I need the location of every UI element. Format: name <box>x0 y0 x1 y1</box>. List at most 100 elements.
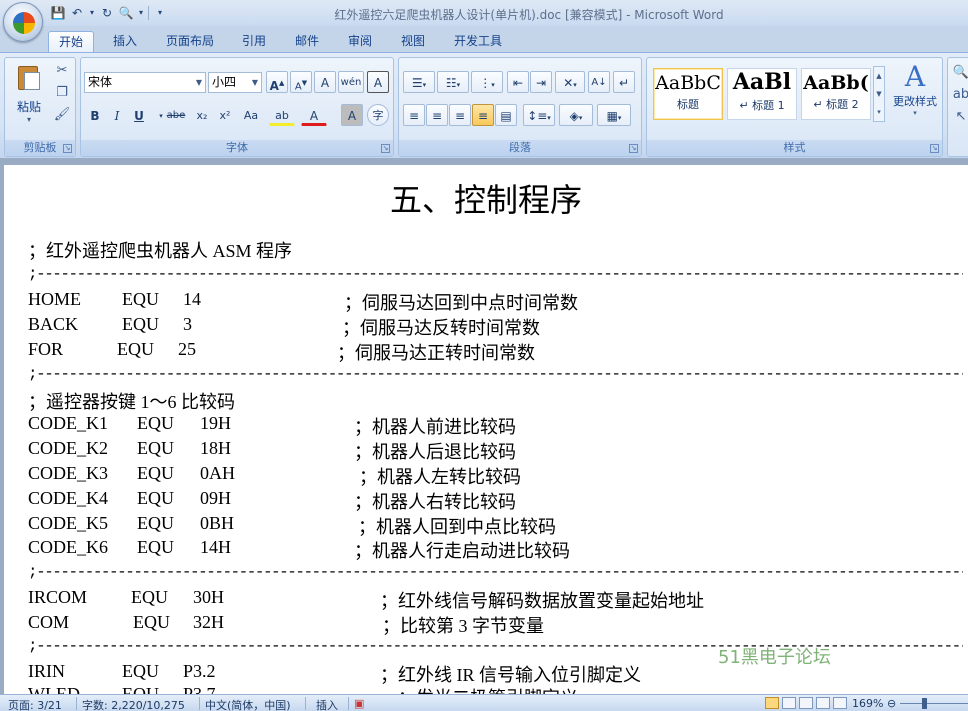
window-title: 红外遥控六足爬虫机器人设计(单片机).doc [兼容模式] - Microsof… <box>334 8 724 22</box>
tab-developer[interactable]: 开发工具 <box>444 31 512 52</box>
phonetic-guide-button[interactable]: wén <box>338 71 364 93</box>
office-button[interactable] <box>3 2 43 42</box>
cut-icon[interactable]: ✂ <box>53 62 71 80</box>
separator <box>305 697 306 710</box>
shading-button[interactable]: ◈▾ <box>559 104 593 126</box>
align-left-icon: ≡ <box>408 109 420 123</box>
page-count[interactable]: 页面: 3/21 <box>8 697 62 711</box>
sort-button[interactable]: A↓ <box>588 71 610 93</box>
paragraph-launcher-icon[interactable]: ↘ <box>629 144 638 153</box>
select-icon[interactable]: ↖ <box>952 108 968 126</box>
divider-line: ;---------------------------------------… <box>28 563 963 581</box>
bullets-button[interactable]: ☰▾ <box>403 71 435 93</box>
grow-font-button[interactable]: A▲ <box>266 71 288 93</box>
align-center-icon: ≡ <box>431 109 443 123</box>
tab-home[interactable]: 开始 <box>48 31 95 52</box>
italic-button[interactable]: I <box>106 104 128 126</box>
format-painter-icon[interactable]: 🖌 <box>53 106 71 124</box>
multilevel-list-button[interactable]: ⋮▾ <box>471 71 503 93</box>
macro-record-icon[interactable]: ▣ <box>354 697 364 710</box>
web-layout-view-icon[interactable] <box>799 697 813 709</box>
code-comment: ；伺服马达正转时间常数 <box>337 343 535 363</box>
decrease-indent-button[interactable]: ⇤ <box>507 71 529 93</box>
superscript-button[interactable]: x² <box>214 104 236 126</box>
paste-button[interactable]: 粘贴 ▾ <box>11 62 47 132</box>
code-op: EQU <box>137 513 174 533</box>
code-name: CODE_K6 <box>28 537 108 557</box>
code-name: CODE_K2 <box>28 438 108 458</box>
distributed-button[interactable]: ▤ <box>495 104 517 126</box>
bullets-icon: ☰ <box>411 76 423 90</box>
tab-insert[interactable]: 插入 <box>103 31 147 52</box>
style-heading-1[interactable]: AaBl ↵ 标题 1 <box>727 68 797 120</box>
strikethrough-button[interactable]: abe <box>163 104 189 126</box>
align-center-button[interactable]: ≡ <box>426 104 448 126</box>
increase-indent-button[interactable]: ⇥ <box>530 71 552 93</box>
code-comment: ；机器人右转比较码 <box>354 492 516 512</box>
code-comment: ；机器人前进比较码 <box>354 417 516 437</box>
borders-button[interactable]: ▦▾ <box>597 104 631 126</box>
bold-button[interactable]: B <box>84 104 106 126</box>
chinese-layout-button[interactable]: ✕▾ <box>555 71 585 93</box>
word-count[interactable]: 字数: 2,220/10,275 <box>82 697 185 711</box>
paragraph-group: ☰▾ ☷▾ ⋮▾ ⇤ ⇥ ✕▾ A↓ ↵ ≡ ≡ ≡ ≡ ▤ ↕≡▾ ◈▾ ▦▾… <box>398 57 642 157</box>
justify-button[interactable]: ≡ <box>472 104 494 126</box>
character-border-button[interactable]: A <box>367 71 389 93</box>
zoom-level[interactable]: 169% <box>852 697 883 710</box>
ribbon-tabs: 开始 插入 页面布局 引用 邮件 审阅 视图 开发工具 <box>0 26 968 52</box>
draft-view-icon[interactable] <box>833 697 847 709</box>
code-name: CODE_K5 <box>28 513 108 533</box>
styles-group: AaBbC 标题 AaBl ↵ 标题 1 AaBb( ↵ 标题 2 ▲ ▼ ▾ A … <box>646 57 943 157</box>
clipboard-launcher-icon[interactable]: ↘ <box>63 144 72 153</box>
font-size-combo[interactable]: 小四 ▼ <box>208 72 262 93</box>
subscript-button[interactable]: x₂ <box>191 104 213 126</box>
zoom-slider-thumb[interactable] <box>922 698 927 709</box>
style-title[interactable]: AaBbC 标题 <box>653 68 723 120</box>
zoom-out-icon[interactable]: ⊖ <box>887 697 896 710</box>
align-left-button[interactable]: ≡ <box>403 104 425 126</box>
copy-icon[interactable]: ❐ <box>53 84 71 102</box>
font-color-button[interactable]: A <box>301 104 327 126</box>
document-page[interactable]: 五、控制程序 ；红外遥控爬虫机器人 ASM 程序 ;--------------… <box>4 165 968 694</box>
change-case-button[interactable]: Aa <box>237 104 265 126</box>
align-right-button[interactable]: ≡ <box>449 104 471 126</box>
style-heading-2[interactable]: AaBb( ↵ 标题 2 <box>801 68 871 120</box>
tab-references[interactable]: 引用 <box>232 31 276 52</box>
change-styles-button[interactable]: A 更改样式 ▾ <box>887 60 943 136</box>
font-size-value: 小四 <box>212 75 237 89</box>
outline-view-icon[interactable] <box>816 697 830 709</box>
zoom-slider[interactable] <box>900 703 968 704</box>
show-marks-button[interactable]: ↵ <box>613 71 635 93</box>
tab-view[interactable]: 视图 <box>391 31 435 52</box>
tab-page-layout[interactable]: 页面布局 <box>156 31 224 52</box>
separator <box>76 697 77 710</box>
align-right-icon: ≡ <box>454 109 466 123</box>
highlight-button[interactable]: ab <box>269 104 295 126</box>
find-icon[interactable]: 🔍 <box>952 64 968 82</box>
insert-mode[interactable]: 插入 <box>316 697 338 711</box>
enclose-characters-button[interactable]: 字 <box>367 104 389 126</box>
tab-mailings[interactable]: 邮件 <box>285 31 329 52</box>
tab-review[interactable]: 审阅 <box>338 31 382 52</box>
styles-gallery-scroll[interactable]: ▲ ▼ ▾ <box>873 66 885 122</box>
code-name: CODE_K4 <box>28 488 108 508</box>
print-layout-view-icon[interactable] <box>765 697 779 709</box>
code-op: EQU <box>122 661 159 681</box>
paste-icon <box>16 62 42 92</box>
underline-button[interactable]: U <box>128 104 150 126</box>
font-name-combo[interactable]: 宋体 ▼ <box>84 72 206 93</box>
clear-format-button[interactable]: A <box>314 71 336 93</box>
character-shading-button[interactable]: A <box>341 104 363 126</box>
numbering-button[interactable]: ☷▾ <box>437 71 469 93</box>
language-indicator[interactable]: 中文(简体，中国) <box>205 697 291 711</box>
styles-launcher-icon[interactable]: ↘ <box>930 144 939 153</box>
font-launcher-icon[interactable]: ↘ <box>381 144 390 153</box>
code-op: EQU <box>137 488 174 508</box>
full-screen-reading-icon[interactable] <box>782 697 796 709</box>
comment-line: ；遥控器按键 1～6 比较码 <box>28 392 235 412</box>
code-comment: ；比较第 3 字节变量 <box>382 616 544 636</box>
style-sample: AaBl <box>732 69 792 95</box>
line-spacing-button[interactable]: ↕≡▾ <box>523 104 555 126</box>
shrink-font-button[interactable]: A▼ <box>290 71 312 93</box>
replace-icon[interactable]: ab <box>952 86 968 104</box>
